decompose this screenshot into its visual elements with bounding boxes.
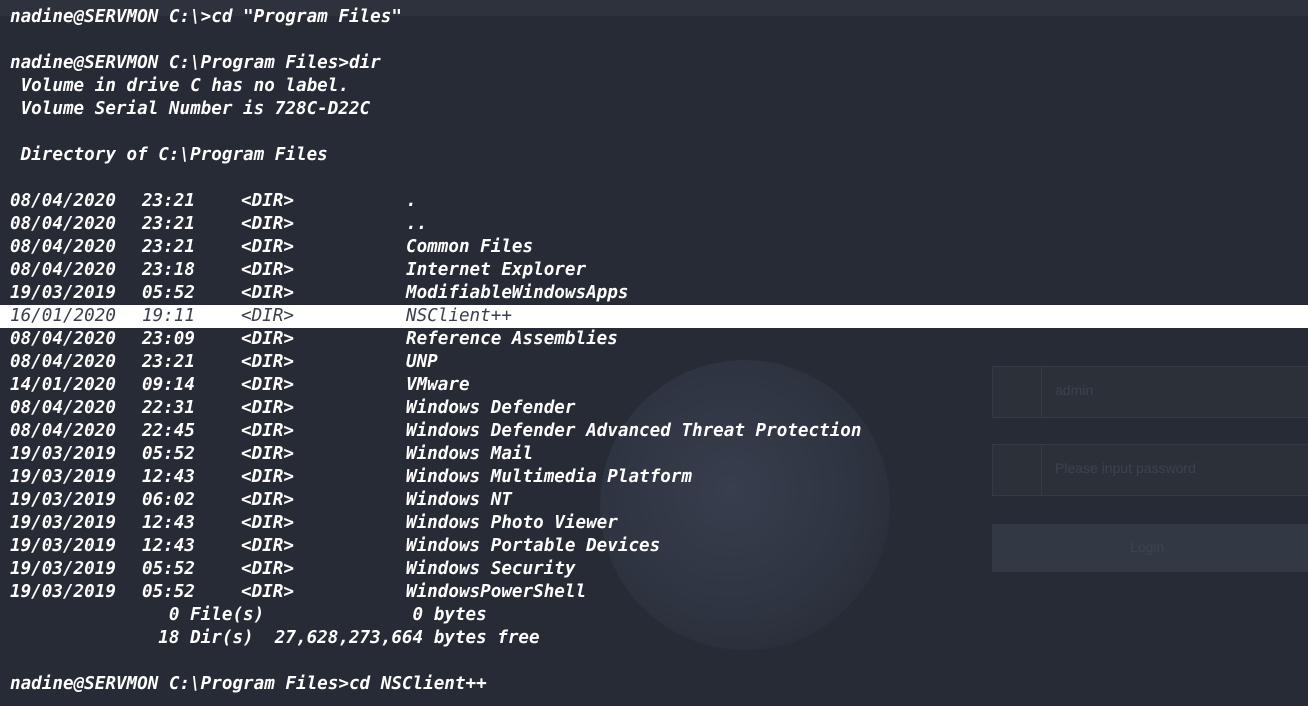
entry-time: 05:52 [142,283,195,303]
entry-name: Reference Assemblies [406,329,618,349]
entry-time: 22:45 [142,421,195,441]
entry-time: 23:21 [142,352,195,372]
entry-type: <DIR> [241,352,294,372]
directory-entry-row: 14/01/2020 09:14 <DIR> VMware [0,374,1308,397]
entry-date: 19/03/2019 [10,283,116,303]
entry-date: 19/03/2019 [10,490,116,510]
entry-time: 23:18 [142,260,195,280]
entry-type: <DIR> [241,260,294,280]
directory-entry-row: 08/04/2020 23:21 <DIR> UNP [0,351,1308,374]
entry-type: <DIR> [241,490,294,510]
entry-name: .. [406,214,428,234]
directory-of-line: Directory of C:\Program Files [10,145,328,165]
directory-entry-row: 08/04/2020 23:21 <DIR> Common Files [0,236,1308,259]
entry-type: <DIR> [241,306,294,326]
entry-type: <DIR> [241,444,294,464]
directory-entry-row: 19/03/2019 12:43 <DIR> Windows Photo Viewer [0,512,1308,535]
entry-time: 23:09 [142,329,195,349]
entry-type: <DIR> [241,191,294,211]
entry-time: 05:52 [142,559,195,579]
entry-time: 12:43 [142,536,195,556]
entry-date: 19/03/2019 [10,444,116,464]
entry-name: UNP [406,352,438,372]
entry-name: Windows Photo Viewer [406,513,618,533]
directory-entry-row: 19/03/2019 05:52 <DIR> WindowsPowerShell [0,581,1308,604]
directory-entry-row: 19/03/2019 06:02 <DIR> Windows NT [0,489,1308,512]
entry-date: 19/03/2019 [10,582,116,602]
directory-entry-row: 08/04/2020 22:45 <DIR> Windows Defender Adv… [0,420,1308,443]
entry-name: Common Files [406,237,534,257]
entry-time: 23:21 [142,237,195,257]
directory-entry-row: 19/03/2019 05:52 <DIR> ModifiableWindowsApp… [0,282,1308,305]
volume-label-line: Volume in drive C has no label. [10,76,349,96]
entry-name: NSClient++ [406,306,512,326]
directory-entry-row: 08/04/2020 22:31 <DIR> Windows Defender [0,397,1308,420]
entry-time: 19:11 [142,306,195,326]
entry-name: Windows Defender Advanced Threat Protect… [406,421,862,441]
terminal-window[interactable]: nadine@SERVMON C:\>cd "Program Files" na… [0,0,1308,706]
entry-date: 08/04/2020 [10,214,116,234]
entry-date: 08/04/2020 [10,421,116,441]
entry-name: WindowsPowerShell [406,582,587,602]
entry-time: 06:02 [142,490,195,510]
entry-time: 23:21 [142,214,195,234]
entry-date: 08/04/2020 [10,260,116,280]
directory-entry-row: 19/03/2019 12:43 <DIR> Windows Portable Dev… [0,535,1308,558]
entry-type: <DIR> [241,398,294,418]
entry-type: <DIR> [241,559,294,579]
directory-entry-row: 08/04/2020 23:18 <DIR> Internet Explorer [0,259,1308,282]
entry-date: 08/04/2020 [10,191,116,211]
entry-name: Windows Security [406,559,576,579]
entry-name: Windows Portable Devices [406,536,661,556]
entry-type: <DIR> [241,237,294,257]
command-line-cd-nsclient: nadine@SERVMON C:\Program Files>cd NSCli… [10,674,487,694]
directory-entry-row: 08/04/2020 23:21 <DIR>.. [0,213,1308,236]
entry-type: <DIR> [241,582,294,602]
entry-name: Windows NT [406,490,512,510]
entry-date: 19/03/2019 [10,513,116,533]
entry-time: 05:52 [142,444,195,464]
entry-type: <DIR> [241,513,294,533]
entry-type: <DIR> [241,375,294,395]
entry-name: VMware [406,375,470,395]
entry-name: Windows Defender [406,398,576,418]
command-line-dir: nadine@SERVMON C:\Program Files>dir [10,53,381,73]
directory-entry-row: 08/04/2020 23:09 <DIR> Reference Assemblies [0,328,1308,351]
summary-files-line: 0 File(s) 0 bytes [10,605,487,625]
summary-dirs-line: 18 Dir(s) 27,628,273,664 bytes free [10,628,540,648]
directory-entry-row: 16/01/2020 19:11 <DIR> NSClient++ [0,305,1308,328]
directory-entry-row: 19/03/2019 05:52 <DIR> Windows Security [0,558,1308,581]
entry-name: . [406,191,417,211]
entry-time: 09:14 [142,375,195,395]
entry-name: ModifiableWindowsApps [406,283,629,303]
directory-entry-row: 19/03/2019 12:43 <DIR> Windows Multimedia P… [0,466,1308,489]
entry-type: <DIR> [241,214,294,234]
entry-name: Windows Multimedia Platform [406,467,692,487]
entry-time: 05:52 [142,582,195,602]
entry-time: 22:31 [142,398,195,418]
entry-type: <DIR> [241,329,294,349]
entry-time: 12:43 [142,467,195,487]
entry-date: 14/01/2020 [10,375,116,395]
entry-type: <DIR> [241,283,294,303]
entry-date: 08/04/2020 [10,352,116,372]
entry-date: 08/04/2020 [10,398,116,418]
entry-date: 19/03/2019 [10,559,116,579]
entry-name: Internet Explorer [406,260,587,280]
entry-type: <DIR> [241,467,294,487]
entry-type: <DIR> [241,421,294,441]
entry-date: 19/03/2019 [10,467,116,487]
entry-type: <DIR> [241,536,294,556]
volume-serial-line: Volume Serial Number is 728C-D22C [10,99,371,119]
entry-date: 08/04/2020 [10,237,116,257]
directory-entry-row: 19/03/2019 05:52 <DIR> Windows Mail [0,443,1308,466]
entry-date: 19/03/2019 [10,536,116,556]
entry-time: 12:43 [142,513,195,533]
entry-date: 08/04/2020 [10,329,116,349]
entry-time: 23:21 [142,191,195,211]
command-line-cd-program-files: nadine@SERVMON C:\>cd "Program Files" [10,7,402,27]
entry-name: Windows Mail [406,444,534,464]
entry-date: 16/01/2020 [10,306,116,326]
directory-entry-row: 08/04/2020 23:21 <DIR>. [0,190,1308,213]
